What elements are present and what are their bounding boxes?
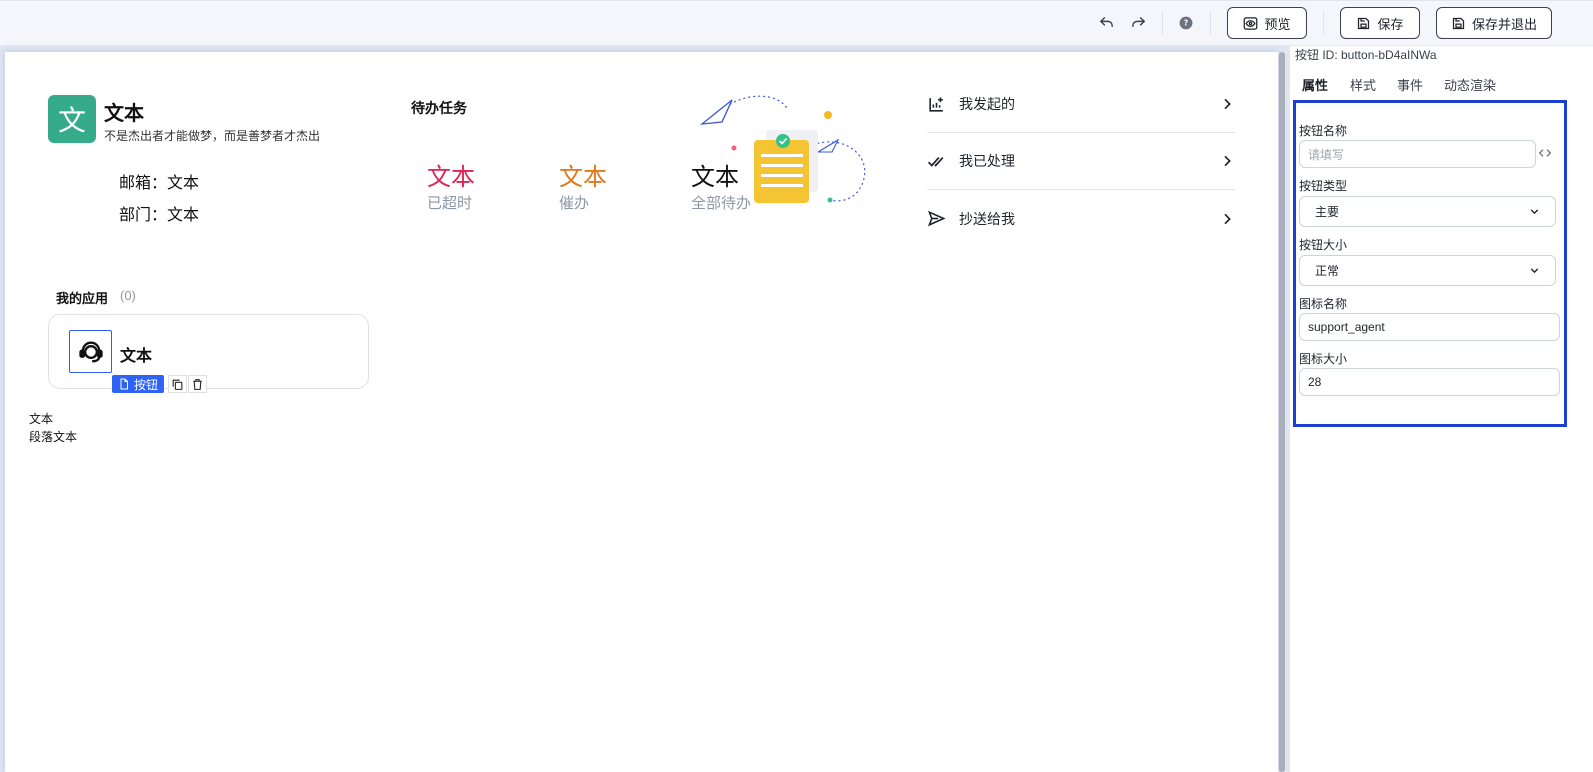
- save-button[interactable]: 保存: [1340, 7, 1420, 39]
- user-department: 部门：文本: [119, 207, 200, 224]
- urge-label: 催办: [559, 195, 590, 212]
- quick-link-processed[interactable]: 我已处理: [927, 133, 1235, 190]
- chevron-right-icon: [1224, 98, 1231, 110]
- tab-properties[interactable]: 属性: [1302, 75, 1328, 94]
- file-icon: [120, 378, 128, 390]
- eye-icon: [1244, 16, 1258, 30]
- chart-add-icon: [927, 94, 947, 114]
- user-email: 邮箱：文本: [119, 175, 200, 192]
- quick-link-cc[interactable]: 抄送给我: [927, 190, 1235, 247]
- quick-link-label: 我已处理: [959, 153, 1015, 169]
- double-check-icon: [927, 151, 947, 171]
- chevron-down-icon: [1530, 209, 1539, 215]
- icon-name-label: 图标名称: [1299, 297, 1348, 311]
- toolbar-divider: [1162, 11, 1163, 35]
- button-type-label: 按钮类型: [1299, 179, 1348, 193]
- tab-style[interactable]: 样式: [1350, 75, 1376, 94]
- button-type-value: 主要: [1315, 205, 1340, 219]
- canvas-scrollbar[interactable]: [1279, 52, 1285, 772]
- button-size-value: 正常: [1315, 264, 1340, 278]
- help-icon[interactable]: ?: [1176, 13, 1196, 33]
- chevron-right-icon: [1224, 155, 1231, 167]
- save-exit-label: 保存并退出: [1471, 16, 1537, 32]
- button-name-input[interactable]: 请填写: [1299, 140, 1536, 168]
- copy-icon[interactable]: [168, 375, 187, 393]
- icon-size-input[interactable]: 28: [1299, 368, 1560, 396]
- toolbar-divider: [1210, 11, 1211, 35]
- button-name-label: 按钮名称: [1299, 124, 1348, 138]
- save-icon: [1452, 17, 1465, 29]
- svg-text:?: ?: [1184, 19, 1188, 28]
- chevron-right-icon: [1224, 213, 1231, 224]
- my-apps-count: (0): [120, 288, 136, 303]
- tab-events[interactable]: 事件: [1397, 75, 1423, 94]
- button-size-select[interactable]: 正常: [1299, 255, 1556, 286]
- app-name[interactable]: 文本: [120, 342, 152, 366]
- code-icon[interactable]: [1537, 145, 1553, 161]
- text-component[interactable]: 文本: [29, 410, 53, 427]
- button-type-select[interactable]: 主要: [1299, 196, 1556, 227]
- save-icon: [1358, 17, 1370, 29]
- save-label: 保存: [1377, 16, 1404, 32]
- paragraph-component[interactable]: 段落文本: [29, 428, 77, 445]
- button-id-label: 按钮 ID: button-bD4aINWa: [1295, 48, 1437, 62]
- save-and-exit-button[interactable]: 保存并退出: [1436, 7, 1552, 39]
- icon-name-input[interactable]: support_agent: [1299, 313, 1560, 341]
- quick-link-label: 抄送给我: [959, 210, 1015, 227]
- delete-icon[interactable]: [188, 375, 207, 393]
- overdue-label: 已超时: [427, 195, 473, 212]
- preview-button[interactable]: 预览: [1227, 7, 1307, 39]
- task-illustration: [699, 95, 866, 203]
- undo-icon[interactable]: [1096, 13, 1116, 33]
- user-name: 文本: [104, 103, 144, 125]
- my-apps-title: 我的应用: [56, 291, 109, 306]
- button-size-label: 按钮大小: [1299, 238, 1348, 252]
- support-agent-icon: [78, 341, 103, 362]
- icon-size-label: 图标大小: [1299, 352, 1348, 366]
- quick-link-initiated[interactable]: 我发起的: [927, 76, 1235, 133]
- quick-link-label: 我发起的: [959, 96, 1015, 112]
- selected-component-tag[interactable]: 按钮: [112, 375, 165, 393]
- overdue-value[interactable]: 文本: [427, 157, 475, 192]
- tab-dynamic-render[interactable]: 动态渲染: [1444, 75, 1496, 94]
- urge-value[interactable]: 文本: [559, 157, 607, 192]
- user-motto: 不是杰出者才能做梦，而是善梦者才杰出: [104, 129, 321, 143]
- user-avatar: 文: [48, 95, 96, 143]
- todo-title: 待办任务: [411, 100, 467, 116]
- redo-icon[interactable]: [1128, 13, 1148, 33]
- selected-component-label: 按钮: [134, 377, 159, 392]
- toolbar-divider: [1323, 11, 1324, 35]
- preview-label: 预览: [1264, 16, 1291, 32]
- chevron-down-icon: [1530, 268, 1539, 274]
- send-icon: [927, 209, 947, 229]
- app-icon-button[interactable]: [69, 330, 112, 373]
